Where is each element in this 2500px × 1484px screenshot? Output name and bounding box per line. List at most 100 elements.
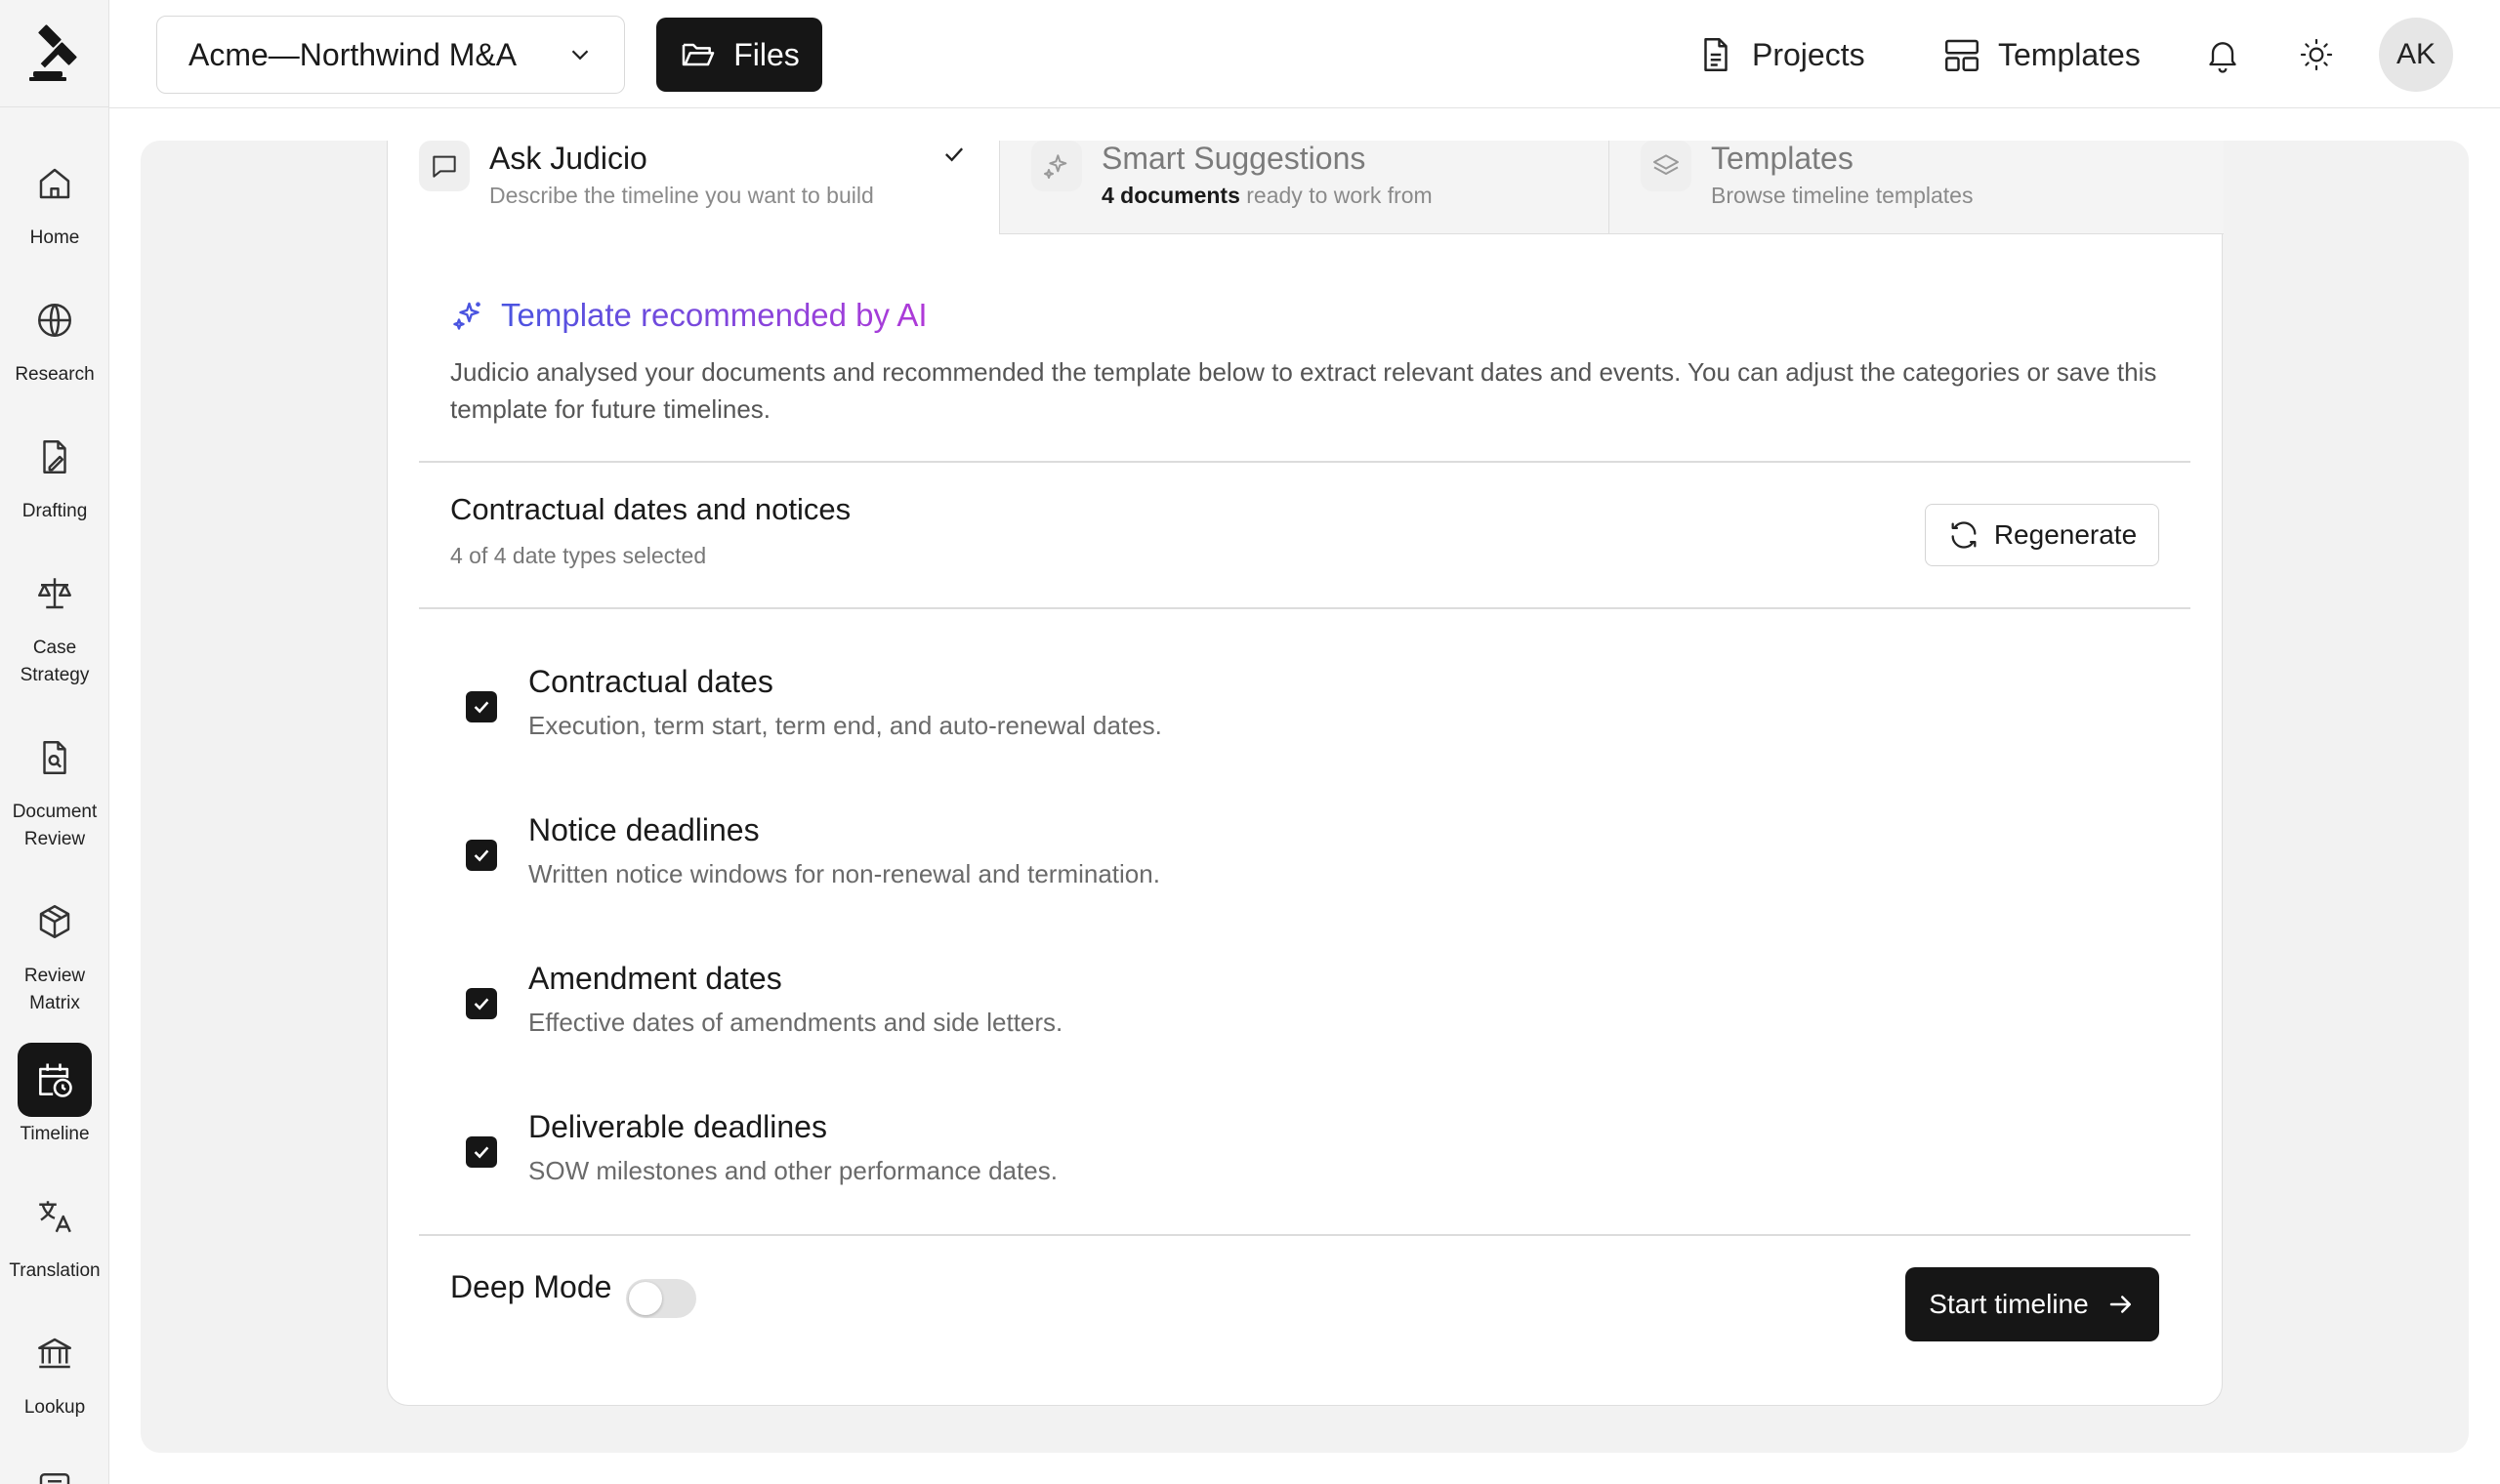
option-notice-deadlines: Notice deadlines Written notice windows … <box>450 812 2110 935</box>
calendar-clock-icon <box>39 1063 72 1097</box>
checkbox[interactable] <box>466 691 497 722</box>
bell-icon <box>2209 42 2236 73</box>
bank-icon <box>38 1338 71 1369</box>
document-count: 4 documents <box>1102 183 1240 208</box>
sun-icon <box>2300 38 2333 71</box>
theme-toggle-button[interactable] <box>2289 27 2344 82</box>
layout-icon <box>1945 39 1979 71</box>
option-amendment-dates: Amendment dates Effective dates of amend… <box>450 961 2110 1084</box>
chat-icon <box>433 155 456 178</box>
sidebar-item-review-matrix[interactable]: Review Matrix <box>0 885 109 1017</box>
folder-open-icon <box>682 43 715 66</box>
templates-link[interactable]: Templates <box>1941 23 2141 86</box>
deep-mode-toggle[interactable] <box>626 1279 696 1318</box>
option-description: Effective dates of amendments and side l… <box>528 1008 1063 1037</box>
chevron-down-icon <box>571 50 589 61</box>
project-selector[interactable]: Acme—Northwind M&A <box>156 16 625 94</box>
tab-title: Smart Suggestions <box>1102 141 1366 176</box>
check-icon <box>474 701 489 714</box>
divider <box>419 607 2190 609</box>
sparkle-icon <box>1044 154 1067 179</box>
regenerate-label: Regenerate <box>1993 519 2138 550</box>
sidebar: Home Research Drafting Case Strategy Doc… <box>0 0 109 1484</box>
sidebar-item-label: Review <box>23 966 86 986</box>
arrow-right-icon <box>2109 1296 2131 1313</box>
tab-title: Ask Judicio <box>489 141 647 176</box>
start-timeline-label: Start timeline <box>1929 1289 2089 1319</box>
document-search-icon <box>43 741 66 774</box>
divider <box>419 461 2190 463</box>
sidebar-item-home[interactable]: Home <box>0 146 109 252</box>
ai-recommendation-description: Judicio analysed your documents and reco… <box>450 357 2157 424</box>
sidebar-item-lookup[interactable]: Lookup <box>0 1316 109 1422</box>
option-title: Notice deadlines <box>528 812 760 847</box>
check-icon <box>945 147 964 162</box>
sidebar-item-research[interactable]: Research <box>0 283 109 389</box>
top-bar: Acme—Northwind M&A Files Projects Templa… <box>109 0 2500 108</box>
sidebar-item-label: Strategy <box>20 665 90 685</box>
refresh-icon <box>1951 521 1977 549</box>
files-label: Files <box>733 36 800 72</box>
toggle-knob <box>629 1282 662 1315</box>
calculator-icon <box>39 1473 70 1484</box>
option-description: Written notice windows for non-renewal a… <box>528 859 1160 888</box>
checkbox[interactable] <box>466 988 497 1019</box>
gavel-icon <box>29 23 77 81</box>
sidebar-item-label: Home <box>29 227 80 248</box>
sidebar-item-label: Timeline <box>20 1124 90 1144</box>
check-icon <box>474 998 489 1010</box>
check-icon <box>474 849 489 862</box>
sidebar-item-label: Case <box>32 638 77 658</box>
scales-icon <box>38 578 71 609</box>
app-logo[interactable] <box>0 0 109 107</box>
user-avatar[interactable]: AK <box>2379 18 2453 92</box>
deep-mode-label: Deep Mode <box>450 1269 612 1304</box>
start-timeline-button[interactable]: Start timeline <box>1905 1267 2159 1341</box>
timeline-builder-card: Ask Judicio Describe the timeline you wa… <box>387 141 2224 1406</box>
tab-subtitle: 4 documents ready to work from <box>1102 183 1433 208</box>
project-name: Acme—Northwind M&A <box>188 36 518 72</box>
translate-icon <box>39 1201 71 1233</box>
sidebar-item-more[interactable] <box>0 1453 109 1484</box>
sidebar-item-label: Translation <box>9 1260 101 1281</box>
home-icon <box>39 168 70 199</box>
sidebar-item-label: Document <box>12 802 98 822</box>
sidebar-item-label: Review <box>23 829 86 849</box>
cube-icon <box>39 905 70 938</box>
checkbox[interactable] <box>466 1136 497 1168</box>
files-button[interactable]: Files <box>656 18 822 92</box>
ai-recommendation-header: Template recommended by AI <box>450 297 928 334</box>
document-icon <box>1704 38 1728 71</box>
regenerate-button[interactable]: Regenerate <box>1925 504 2159 566</box>
option-title: Deliverable deadlines <box>528 1109 827 1144</box>
tab-templates[interactable]: Templates Browse timeline templates <box>1608 141 2224 234</box>
template-name: Contractual dates and notices <box>450 492 852 526</box>
layers-icon <box>1653 154 1679 175</box>
sidebar-item-document-review[interactable]: Document Review <box>0 721 109 853</box>
sidebar-item-timeline[interactable]: Timeline <box>0 1043 109 1148</box>
template-selection-count: 4 of 4 date types selected <box>450 543 707 568</box>
option-description: SOW milestones and other performance dat… <box>528 1156 1058 1185</box>
notifications-button[interactable] <box>2195 27 2250 82</box>
tab-smart-suggestions[interactable]: Smart Suggestions 4 documents ready to w… <box>999 141 1608 234</box>
tab-subtitle: Browse timeline templates <box>1711 183 1974 208</box>
tab-ask-judicio[interactable]: Ask Judicio Describe the timeline you wa… <box>388 141 999 234</box>
option-title: Amendment dates <box>528 961 782 996</box>
sidebar-item-case-strategy[interactable]: Case Strategy <box>0 556 109 689</box>
tab-title: Templates <box>1711 141 1854 176</box>
ai-sparkle-icon <box>453 302 480 330</box>
option-deliverable-deadlines: Deliverable deadlines SOW milestones and… <box>450 1109 2110 1232</box>
sidebar-item-translation[interactable]: Translation <box>0 1179 109 1285</box>
projects-label: Projects <box>1752 36 1865 72</box>
document-pen-icon <box>43 440 66 474</box>
option-description: Execution, term start, term end, and aut… <box>528 711 1162 740</box>
projects-link[interactable]: Projects <box>1695 23 1865 86</box>
checkbox[interactable] <box>466 840 497 871</box>
ai-recommendation-title: Template recommended by AI <box>501 297 928 333</box>
sidebar-item-label: Matrix <box>29 993 80 1013</box>
templates-label: Templates <box>1998 36 2141 72</box>
sidebar-item-drafting[interactable]: Drafting <box>0 420 109 525</box>
check-icon <box>474 1146 489 1159</box>
tab-subtitle: Describe the timeline you want to build <box>489 183 874 208</box>
option-contractual-dates: Contractual dates Execution, term start,… <box>450 664 2110 787</box>
